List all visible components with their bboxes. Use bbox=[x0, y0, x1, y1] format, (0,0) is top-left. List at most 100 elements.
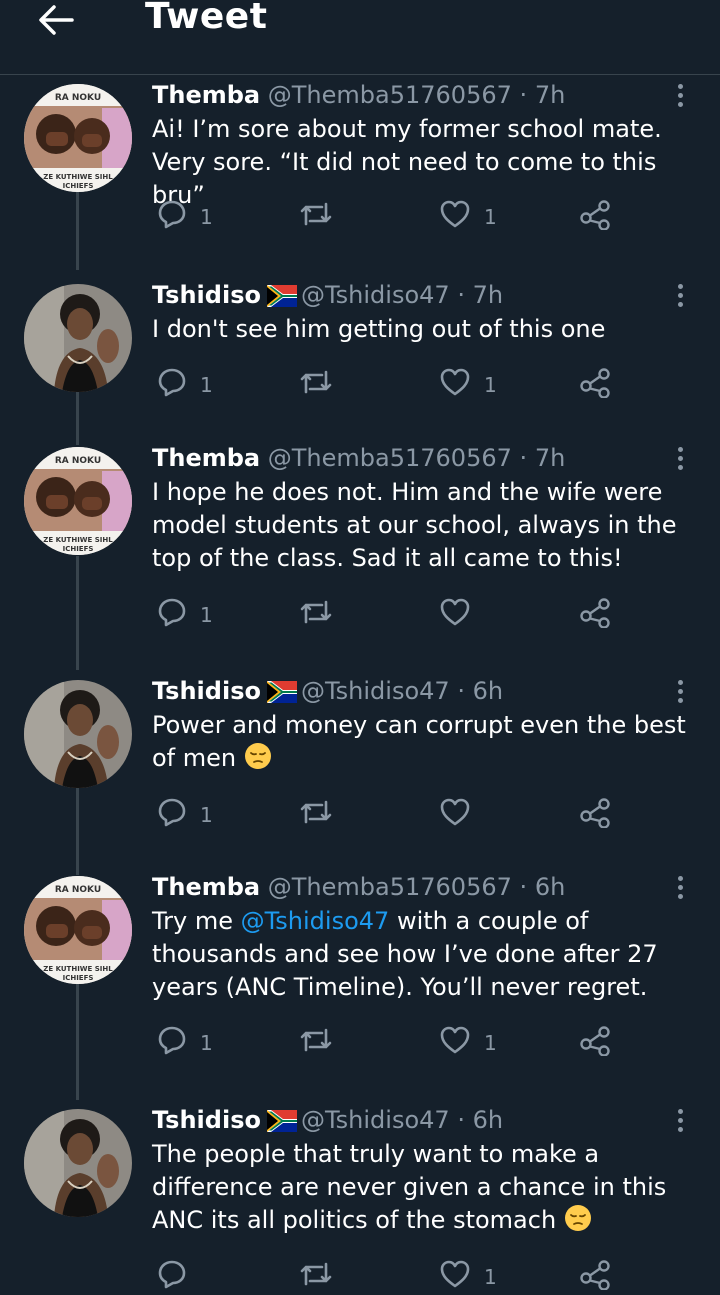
share-button[interactable] bbox=[578, 1258, 612, 1295]
avatar[interactable]: RA NOKU ZE KUTHIWE SIHL ICHIEFS bbox=[24, 447, 132, 555]
reply-button[interactable]: 1 bbox=[156, 366, 213, 403]
avatar[interactable]: RA NOKU ZE KUTHIWE SIHL ICHIEFS bbox=[24, 876, 132, 984]
more-options-button[interactable] bbox=[668, 676, 692, 706]
reply-button[interactable]: 1 bbox=[156, 596, 213, 633]
tweet-actions: 1 bbox=[0, 1258, 720, 1294]
display-name[interactable]: Tshidiso bbox=[152, 677, 261, 705]
share-icon bbox=[578, 596, 612, 633]
retweet-icon bbox=[298, 1024, 334, 1061]
like-icon bbox=[438, 596, 472, 633]
svg-text:ICHIEFS: ICHIEFS bbox=[63, 545, 94, 553]
like-button[interactable] bbox=[438, 596, 484, 633]
user-handle[interactable]: @Themba51760567 bbox=[268, 873, 512, 901]
more-icon bbox=[677, 1108, 683, 1132]
reply-button[interactable]: 1 bbox=[156, 796, 213, 833]
more-icon bbox=[677, 679, 683, 703]
share-icon bbox=[578, 1024, 612, 1061]
south-africa-flag-icon bbox=[266, 284, 297, 314]
like-button[interactable] bbox=[438, 796, 484, 833]
separator-dot: · bbox=[519, 81, 528, 109]
share-button[interactable] bbox=[578, 198, 612, 235]
tweet-actions: 11 bbox=[0, 1024, 720, 1060]
retweet-button[interactable] bbox=[298, 198, 346, 235]
tweet-header: Tshidiso @Tshidiso47 · 6h bbox=[152, 1105, 503, 1139]
tweet-text: The people that truly want to make a dif… bbox=[152, 1138, 702, 1241]
tweet-header: Themba @Themba51760567 · 6h bbox=[152, 872, 565, 902]
avatar[interactable] bbox=[24, 1109, 132, 1217]
share-button[interactable] bbox=[578, 796, 612, 833]
tweet-actions: 11 bbox=[0, 366, 720, 402]
more-options-button[interactable] bbox=[668, 80, 692, 110]
display-name[interactable]: Tshidiso bbox=[152, 281, 261, 309]
like-button[interactable]: 1 bbox=[438, 1258, 497, 1295]
timestamp[interactable]: 7h bbox=[473, 281, 503, 309]
reply-icon bbox=[156, 366, 188, 403]
display-name[interactable]: Themba bbox=[152, 81, 260, 109]
back-arrow-icon bbox=[39, 5, 74, 35]
reply-button[interactable]: 1 bbox=[156, 198, 213, 235]
like-count: 1 bbox=[484, 372, 497, 397]
tweet-actions: 1 bbox=[0, 796, 720, 832]
like-button[interactable]: 1 bbox=[438, 366, 497, 403]
user-handle[interactable]: @Tshidiso47 bbox=[301, 677, 450, 705]
svg-text:RA NOKU: RA NOKU bbox=[55, 885, 101, 895]
retweet-button[interactable] bbox=[298, 796, 346, 833]
separator-dot: · bbox=[457, 677, 465, 705]
reply-icon bbox=[156, 596, 188, 633]
timestamp[interactable]: 6h bbox=[473, 1106, 503, 1134]
more-options-button[interactable] bbox=[668, 872, 692, 902]
reply-count: 1 bbox=[200, 204, 213, 229]
retweet-button[interactable] bbox=[298, 366, 346, 403]
reply-button[interactable]: 1 bbox=[156, 1024, 213, 1061]
back-button[interactable] bbox=[34, 0, 78, 40]
reply-icon bbox=[156, 1258, 188, 1295]
avatar[interactable] bbox=[24, 680, 132, 788]
avatar[interactable]: RA NOKU ZE KUTHIWE SIHL ICHIEFS bbox=[24, 84, 132, 192]
retweet-button[interactable] bbox=[298, 1024, 346, 1061]
share-button[interactable] bbox=[578, 1024, 612, 1061]
display-name[interactable]: Themba bbox=[152, 873, 260, 901]
tweet-header: Tshidiso @Tshidiso47 · 7h bbox=[152, 280, 503, 314]
svg-text:ZE KUTHIWE SIHL: ZE KUTHIWE SIHL bbox=[43, 173, 113, 181]
reply-button[interactable] bbox=[156, 1258, 200, 1295]
tweet-text-part: Power and money can corrupt even the bes… bbox=[152, 711, 686, 772]
more-icon bbox=[677, 446, 683, 470]
timestamp[interactable]: 7h bbox=[535, 81, 565, 109]
like-button[interactable]: 1 bbox=[438, 1024, 497, 1061]
tweet-actions: 11 bbox=[0, 198, 720, 234]
display-name[interactable]: Tshidiso bbox=[152, 1106, 261, 1134]
like-button[interactable]: 1 bbox=[438, 198, 497, 235]
retweet-button[interactable] bbox=[298, 596, 346, 633]
reply-icon bbox=[156, 1024, 188, 1061]
more-options-button[interactable] bbox=[668, 280, 692, 310]
svg-text:ZE KUTHIWE SIHL: ZE KUTHIWE SIHL bbox=[43, 965, 113, 973]
tweet-header: Themba @Themba51760567 · 7h bbox=[152, 80, 565, 110]
timestamp[interactable]: 7h bbox=[535, 444, 565, 472]
south-africa-flag-icon bbox=[266, 1109, 297, 1139]
more-icon bbox=[677, 875, 683, 899]
user-handle[interactable]: @Themba51760567 bbox=[268, 444, 512, 472]
like-icon bbox=[438, 1024, 472, 1061]
share-icon bbox=[578, 1258, 612, 1295]
user-handle[interactable]: @Tshidiso47 bbox=[301, 1106, 450, 1134]
retweet-icon bbox=[298, 198, 334, 235]
retweet-button[interactable] bbox=[298, 1258, 346, 1295]
pensive-face-emoji bbox=[564, 1204, 592, 1241]
display-name[interactable]: Themba bbox=[152, 444, 260, 472]
more-options-button[interactable] bbox=[668, 1105, 692, 1135]
south-africa-flag-icon bbox=[266, 680, 297, 710]
tweet-text-part: I hope he does not. Him and the wife wer… bbox=[152, 478, 677, 572]
user-mention-link[interactable]: @Tshidiso47 bbox=[241, 907, 390, 935]
tweet-text: Power and money can corrupt even the bes… bbox=[152, 709, 702, 779]
like-count: 1 bbox=[484, 1264, 497, 1289]
reply-count: 1 bbox=[200, 602, 213, 627]
share-button[interactable] bbox=[578, 366, 612, 403]
share-button[interactable] bbox=[578, 596, 612, 633]
user-handle[interactable]: @Tshidiso47 bbox=[301, 281, 450, 309]
more-icon bbox=[677, 283, 683, 307]
more-options-button[interactable] bbox=[668, 443, 692, 473]
like-icon bbox=[438, 1258, 472, 1295]
timestamp[interactable]: 6h bbox=[535, 873, 565, 901]
timestamp[interactable]: 6h bbox=[473, 677, 503, 705]
user-handle[interactable]: @Themba51760567 bbox=[268, 81, 512, 109]
